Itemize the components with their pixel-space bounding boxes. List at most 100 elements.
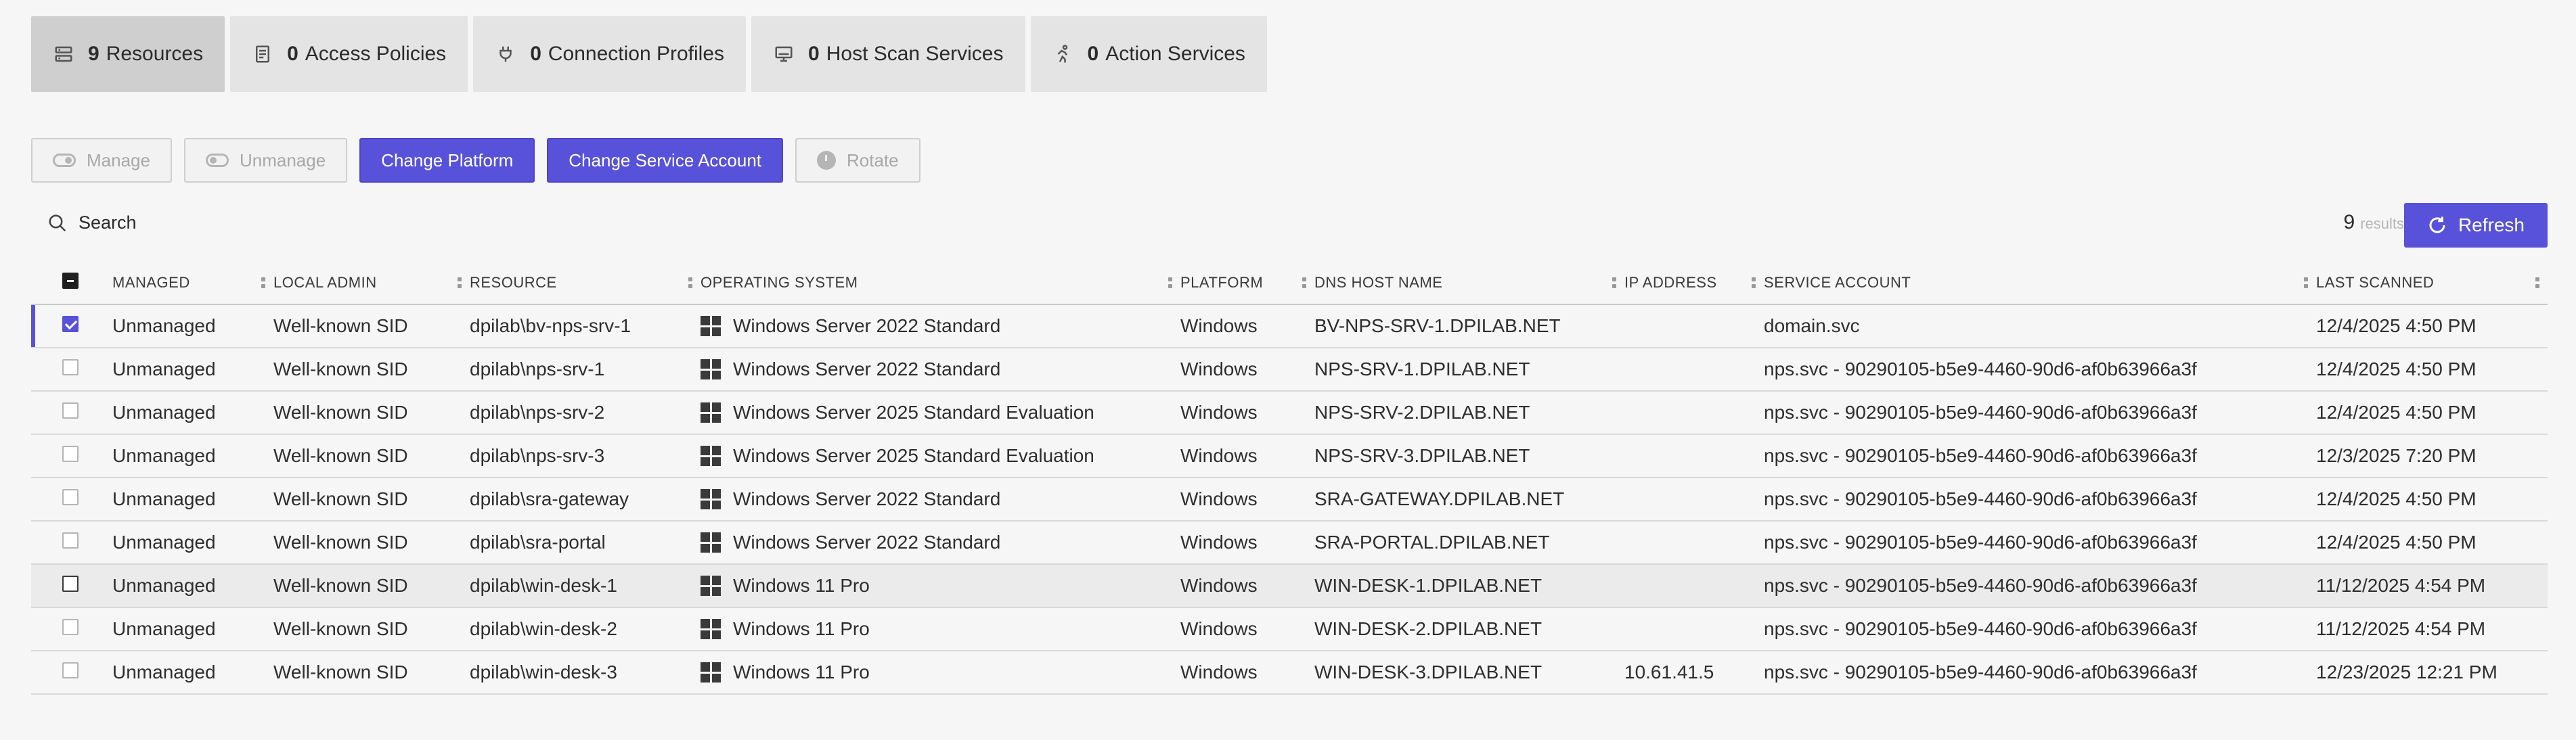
column-header-ip-address[interactable]: IP ADDRESS (1624, 261, 1764, 305)
tab-action-services[interactable]: 0 Action Services (1030, 16, 1267, 92)
dns-host-name-cell: BV-NPS-SRV-1.DPILAB.NET (1314, 315, 1561, 336)
column-header-operating-system[interactable]: OPERATING SYSTEM (701, 261, 1180, 305)
row-select-cell (31, 478, 112, 521)
clock-icon (817, 151, 837, 170)
change-platform-button[interactable]: Change Platform (359, 138, 535, 183)
local-admin-cell: Well-known SID (273, 402, 408, 423)
row-checkbox[interactable] (62, 489, 79, 505)
column-header-service-account[interactable]: SERVICE ACCOUNT (1764, 261, 2316, 305)
tab-host-scan-services[interactable]: 0 Host Scan Services (751, 16, 1025, 92)
os-wrapper: Windows 11 Pro (701, 662, 1180, 683)
os-name: Windows Server 2022 Standard (733, 532, 1001, 553)
table-row[interactable]: Unmanaged Well-known SID dpilab\win-desk-2… (31, 607, 2548, 651)
sort-icon (261, 277, 265, 288)
table-row[interactable]: Unmanaged Well-known SID dpilab\sra-portal… (31, 521, 2548, 564)
os-wrapper: Windows Server 2022 Standard (701, 532, 1180, 553)
row-checkbox[interactable] (62, 402, 79, 419)
os-cell: Windows Server 2022 Standard (701, 478, 1180, 521)
refresh-button[interactable]: Refresh (2403, 203, 2548, 248)
refresh-label: Refresh (2458, 214, 2525, 235)
local-admin-cell: Well-known SID (273, 662, 408, 683)
platform-cell: Windows (1180, 402, 1258, 423)
search-input[interactable]: Search (47, 212, 137, 233)
service-account-cell: nps.svc - 90290105-b5e9-4460-90d6-af0b63… (1764, 532, 2197, 553)
ip-address-cell (1624, 521, 1764, 564)
service-account-cell: nps.svc - 90290105-b5e9-4460-90d6-af0b63… (1764, 359, 2197, 379)
results-number: 9 (2343, 211, 2355, 233)
table-row[interactable]: Unmanaged Well-known SID dpilab\win-desk-1… (31, 564, 2548, 607)
resource-cell: dpilab\nps-srv-3 (470, 445, 605, 466)
os-wrapper: Windows Server 2022 Standard (701, 488, 1180, 510)
row-checkbox[interactable] (62, 446, 79, 462)
service-account-cell: nps.svc - 90290105-b5e9-4460-90d6-af0b63… (1764, 488, 2197, 509)
row-checkbox[interactable] (62, 359, 79, 375)
table-row[interactable]: Unmanaged Well-known SID dpilab\sra-gatewa… (31, 478, 2548, 521)
change-service-account-button[interactable]: Change Service Account (547, 138, 784, 183)
managed-cell: Unmanaged (112, 402, 216, 423)
dns-host-name-cell: WIN-DESK-2.DPILAB.NET (1314, 618, 1542, 639)
column-header-local-admin[interactable]: LOCAL ADMIN (273, 261, 470, 305)
row-select-cell (31, 607, 112, 651)
service-account-cell: domain.svc (1764, 315, 1860, 336)
table-row[interactable]: Unmanaged Well-known SID dpilab\nps-srv-3 W… (31, 434, 2548, 478)
ip-address-cell (1624, 607, 1764, 651)
platform-cell: Windows (1180, 315, 1258, 336)
os-wrapper: Windows Server 2025 Standard Evaluation (701, 402, 1180, 423)
sort-icon (458, 277, 462, 288)
server-stack-icon (53, 43, 74, 65)
table-row[interactable]: Unmanaged Well-known SID dpilab\win-desk-3… (31, 651, 2548, 694)
table-body: Unmanaged Well-known SID dpilab\bv-nps-srv… (31, 304, 2548, 694)
windows-logo-icon (701, 402, 721, 423)
table-row[interactable]: Unmanaged Well-known SID dpilab\bv-nps-srv… (31, 304, 2548, 348)
manage-button[interactable]: Manage (31, 138, 172, 183)
manage-button-label: Manage (87, 149, 150, 170)
results-label: results (2360, 215, 2404, 232)
row-checkbox[interactable] (62, 576, 79, 592)
row-checkbox[interactable] (62, 619, 79, 635)
toggle-on-icon (53, 154, 76, 167)
tab-count: 0 (808, 43, 820, 65)
column-header-dns-host-name[interactable]: DNS HOST NAME (1314, 261, 1624, 305)
local-admin-cell: Well-known SID (273, 532, 408, 553)
dns-host-name-cell: WIN-DESK-1.DPILAB.NET (1314, 575, 1542, 596)
last-scanned-cell: 12/4/2025 4:50 PM (2316, 359, 2477, 379)
column-header-platform[interactable]: PLATFORM (1180, 261, 1314, 305)
tab-connection-profiles[interactable]: 0 Connection Profiles (473, 16, 747, 92)
ip-address-cell (1624, 304, 1764, 348)
row-select-cell (31, 434, 112, 478)
row-checkbox[interactable] (62, 532, 79, 549)
row-checkbox[interactable] (62, 662, 79, 678)
tab-bar: 9 Resources 0 Access Policies 0 Connecti… (31, 16, 1267, 92)
platform-cell: Windows (1180, 532, 1258, 553)
managed-cell: Unmanaged (112, 575, 216, 596)
table-row[interactable]: Unmanaged Well-known SID dpilab\nps-srv-1 W… (31, 348, 2548, 391)
table-header-row: MANAGED LOCAL ADMIN RESOURCE OPERATING S… (31, 261, 2548, 305)
column-header-label: IP ADDRESS (1624, 273, 1717, 291)
select-all-checkbox[interactable] (62, 272, 79, 289)
os-wrapper: Windows 11 Pro (701, 618, 1180, 640)
sort-icon (1168, 277, 1172, 288)
resource-cell: dpilab\win-desk-1 (470, 575, 617, 596)
column-header-resource[interactable]: RESOURCE (470, 261, 701, 305)
column-header-label: MANAGED (112, 273, 190, 291)
column-header-label: DNS HOST NAME (1314, 273, 1443, 291)
tab-access-policies[interactable]: 0 Access Policies (230, 16, 468, 92)
managed-cell: Unmanaged (112, 662, 216, 683)
dns-host-name-cell: NPS-SRV-3.DPILAB.NET (1314, 445, 1530, 466)
dns-host-name-cell: SRA-GATEWAY.DPILAB.NET (1314, 488, 1565, 509)
last-scanned-cell: 12/23/2025 12:21 PM (2316, 662, 2497, 683)
row-checkbox[interactable] (62, 316, 79, 332)
tab-count: 0 (1087, 43, 1099, 65)
rotate-button[interactable]: Rotate (795, 138, 920, 183)
tab-label: Action Services (1105, 43, 1245, 65)
ip-address-cell (1624, 348, 1764, 391)
os-cell: Windows Server 2022 Standard (701, 348, 1180, 391)
local-admin-cell: Well-known SID (273, 488, 408, 509)
search-placeholder: Search (79, 212, 137, 233)
column-header-last-scanned[interactable]: LAST SCANNED (2316, 261, 2548, 305)
table-row[interactable]: Unmanaged Well-known SID dpilab\nps-srv-2 W… (31, 391, 2548, 434)
dns-host-name-cell: WIN-DESK-3.DPILAB.NET (1314, 662, 1542, 683)
unmanage-button[interactable]: Unmanage (183, 138, 348, 183)
tab-resources[interactable]: 9 Resources (31, 16, 225, 92)
column-header-managed[interactable]: MANAGED (112, 261, 273, 305)
